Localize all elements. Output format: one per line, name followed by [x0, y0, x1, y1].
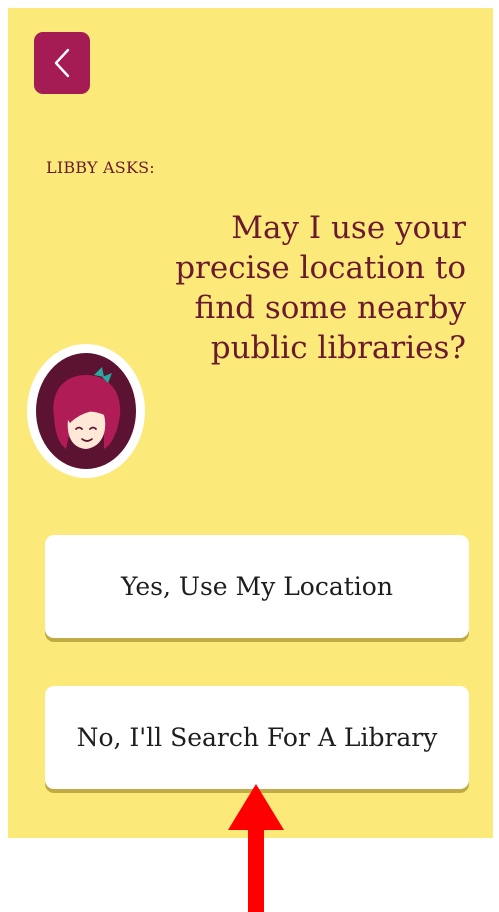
red-arrow-up-icon	[228, 784, 284, 912]
avatar	[27, 344, 145, 478]
question-text: May I use your precise location to find …	[175, 210, 466, 366]
chevron-left-icon	[54, 48, 70, 78]
asker-label: LIBBY ASKS:	[46, 158, 155, 177]
back-button[interactable]	[34, 32, 90, 94]
libby-app-screen: LIBBY ASKS: May I use your precise locat…	[8, 8, 493, 838]
use-location-button[interactable]: Yes, Use My Location	[45, 535, 469, 638]
search-library-button[interactable]: No, I'll Search For A Library	[45, 686, 469, 789]
libby-mascot-icon	[36, 353, 136, 469]
